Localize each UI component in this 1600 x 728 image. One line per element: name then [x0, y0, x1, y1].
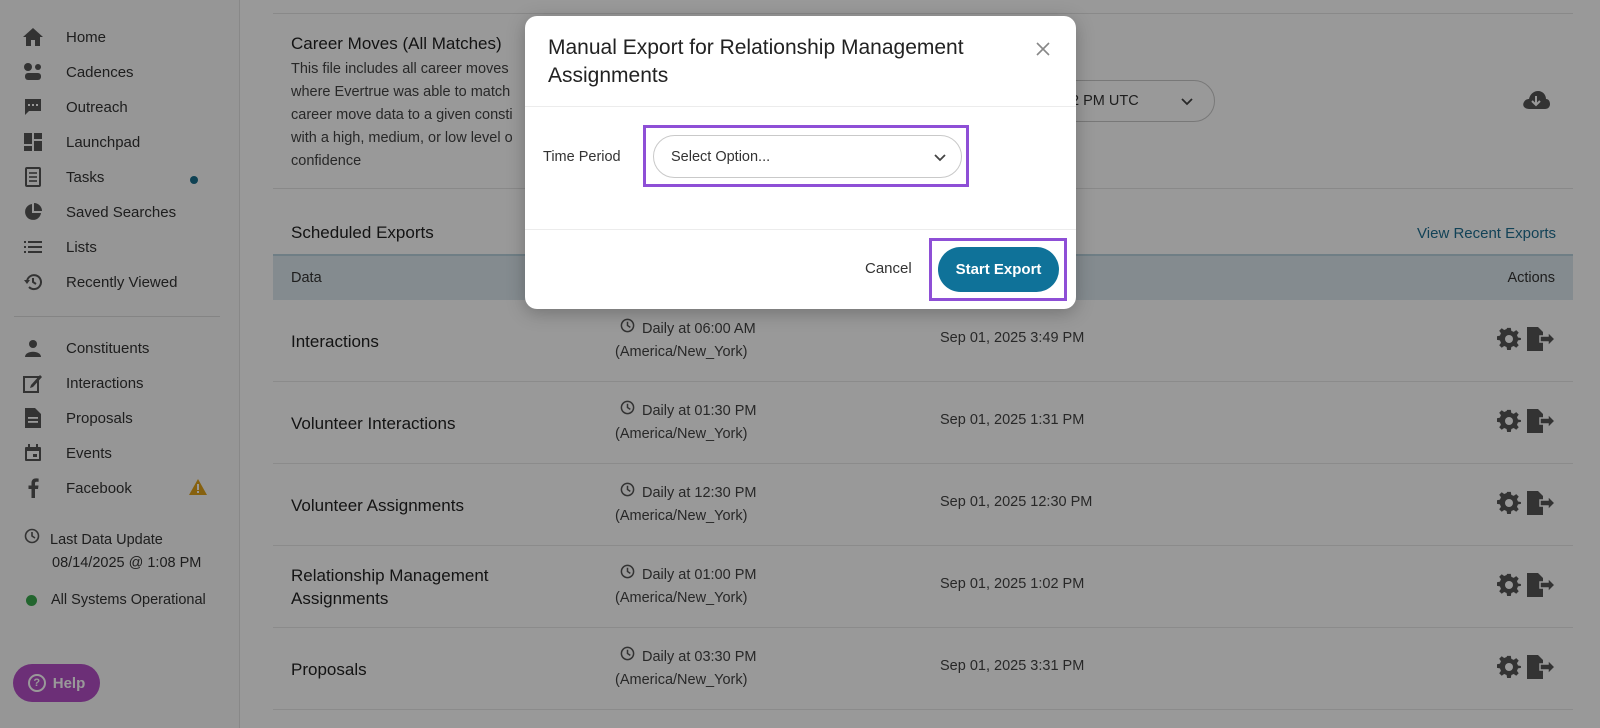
- time-period-label: Time Period: [543, 149, 621, 165]
- modal-divider: [525, 229, 1076, 230]
- chevron-down-icon: [933, 150, 947, 168]
- close-icon[interactable]: [1036, 42, 1050, 61]
- modal-title: Manual Export for Relationship Managemen…: [548, 36, 964, 87]
- manual-export-modal: Manual Export for Relationship Managemen…: [525, 16, 1076, 309]
- cancel-button[interactable]: Cancel: [865, 260, 912, 277]
- time-period-select[interactable]: Select Option...: [653, 135, 962, 178]
- modal-divider: [525, 106, 1076, 107]
- start-export-button[interactable]: Start Export: [938, 247, 1059, 292]
